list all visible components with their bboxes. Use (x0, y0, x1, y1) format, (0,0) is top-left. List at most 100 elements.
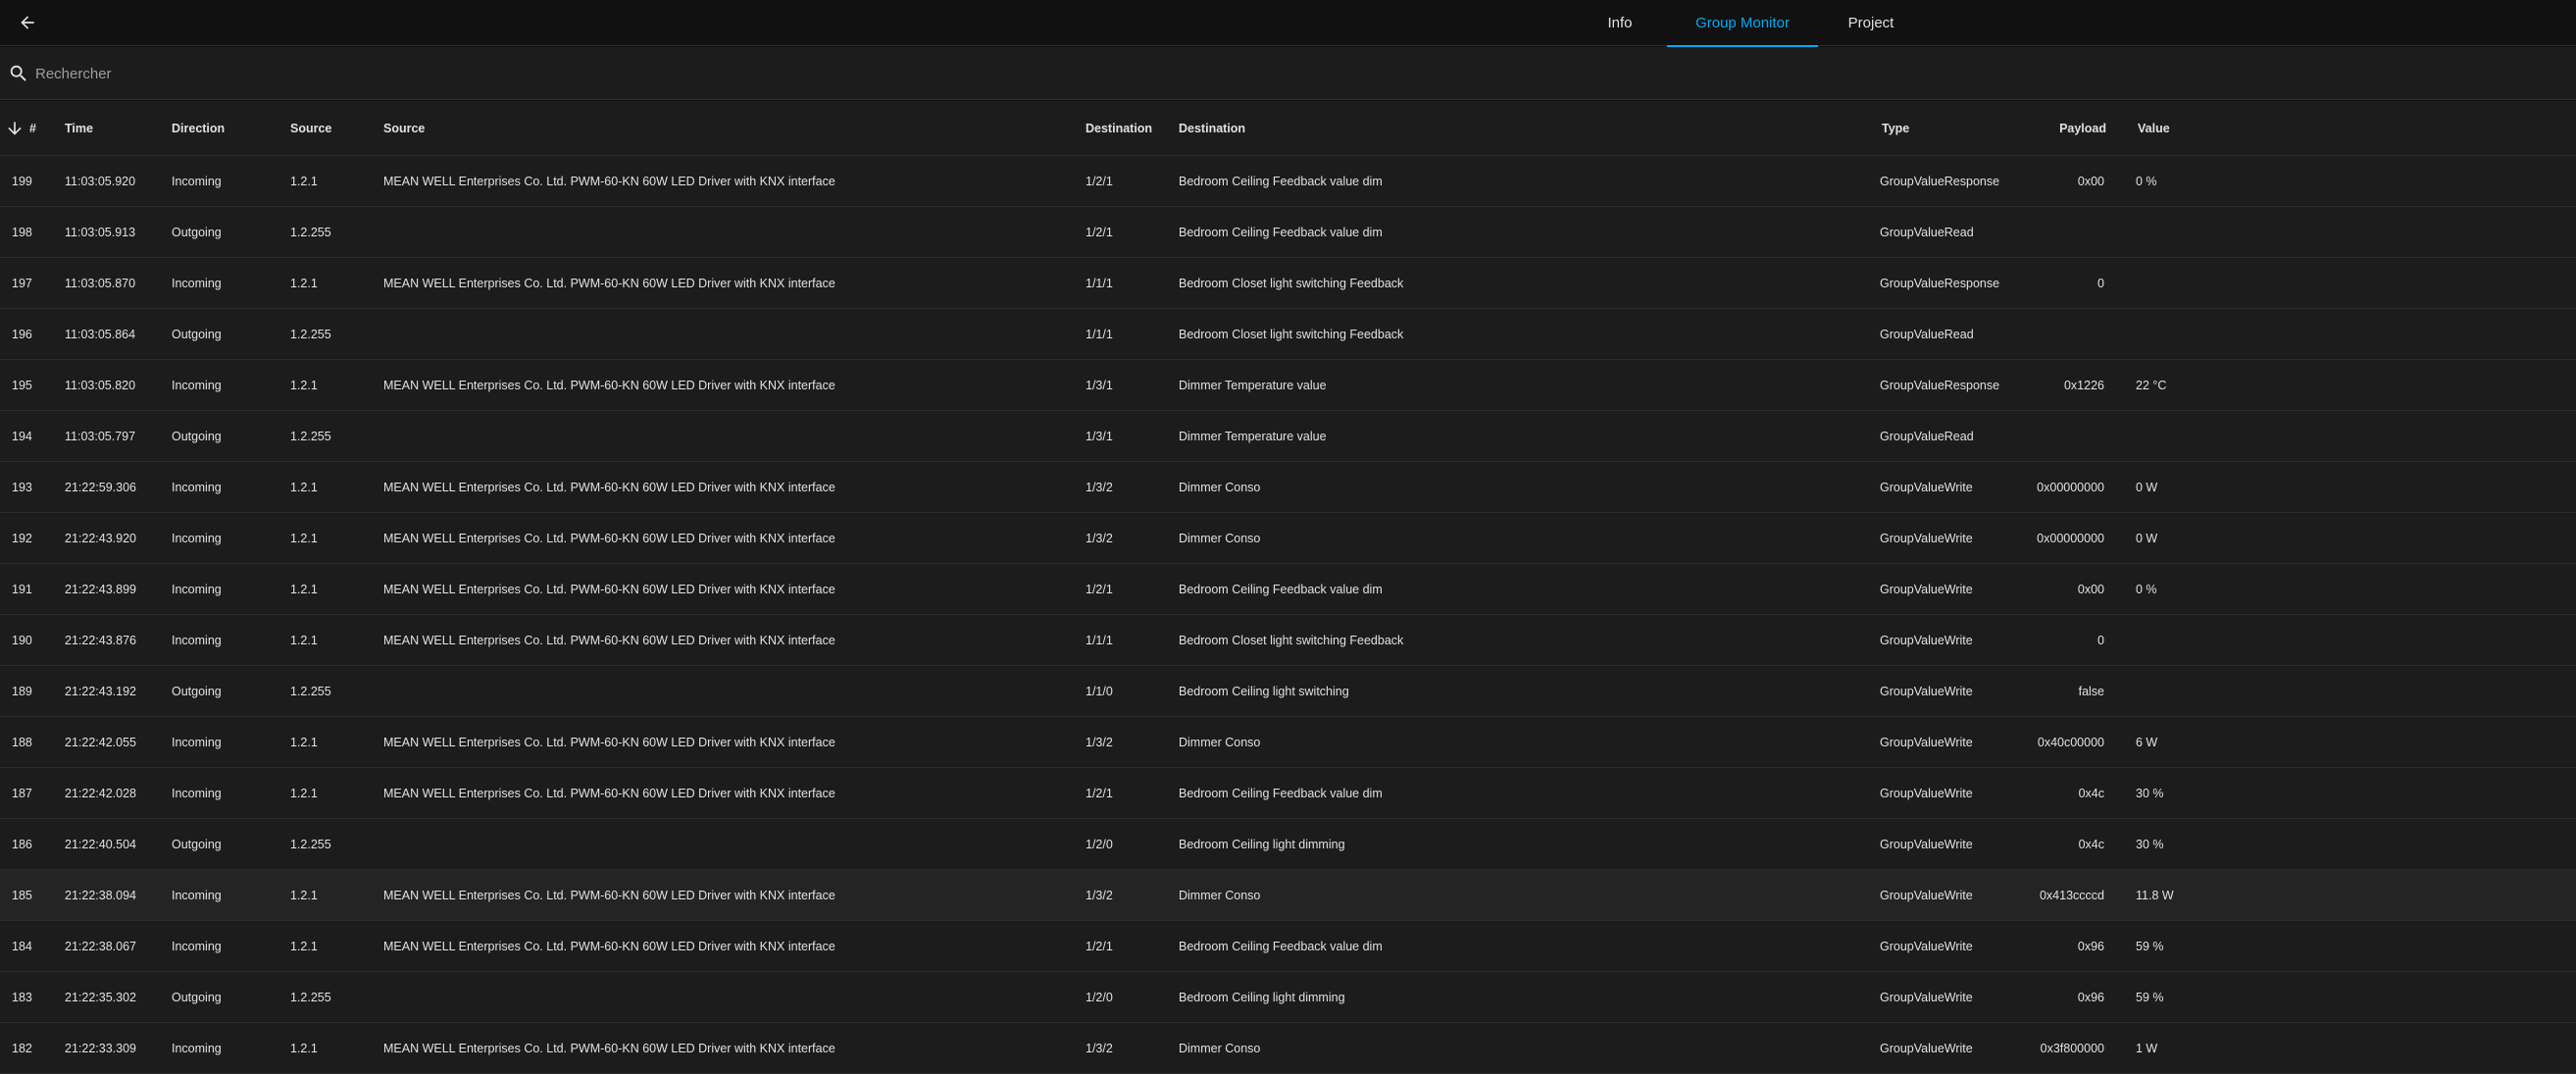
tab-group-monitor[interactable]: Group Monitor (1667, 0, 1818, 47)
table-row[interactable]: 191 21:22:43.899 Incoming 1.2.1 MEAN WELL En… (0, 564, 2576, 615)
row-direction: Outgoing (172, 226, 222, 239)
row-destination-name: Dimmer Conso (1179, 481, 1261, 494)
column-header-time[interactable]: Time (65, 101, 93, 156)
row-destination-address: 1/1/1 (1086, 277, 1113, 290)
table-row[interactable]: 189 21:22:43.192 Outgoing 1.2.255 1/1/0 Bedro… (0, 666, 2576, 717)
row-destination-name: Dimmer Temperature value (1179, 379, 1327, 392)
row-time: 21:22:40.504 (65, 838, 136, 851)
row-destination-name: Dimmer Temperature value (1179, 430, 1327, 443)
row-index: 187 (12, 787, 32, 800)
arrow-down-sort-icon[interactable] (5, 119, 25, 138)
row-value: 59 % (2136, 991, 2164, 1004)
row-direction: Incoming (172, 532, 222, 545)
table-row[interactable]: 193 21:22:59.306 Incoming 1.2.1 MEAN WELL En… (0, 462, 2576, 513)
row-type: GroupValueWrite (1880, 940, 1973, 953)
search-icon (10, 65, 26, 81)
row-time: 21:22:38.094 (65, 889, 136, 902)
column-header-source-name[interactable]: Source (383, 101, 425, 156)
row-destination-address: 1/3/2 (1086, 736, 1113, 749)
search-input[interactable] (35, 59, 820, 88)
column-header-payload[interactable]: Payload (2010, 101, 2106, 156)
table-row[interactable]: 198 11:03:05.913 Outgoing 1.2.255 1/2/1 Bedro… (0, 207, 2576, 258)
row-payload: 0x00000000 (2037, 481, 2104, 494)
table-row[interactable]: 186 21:22:40.504 Outgoing 1.2.255 1/2/0 Bedro… (0, 819, 2576, 870)
row-time: 21:22:33.309 (65, 1042, 136, 1055)
column-header-source[interactable]: Source (290, 101, 331, 156)
table-row[interactable]: 197 11:03:05.870 Incoming 1.2.1 MEAN WELL En… (0, 258, 2576, 309)
row-destination-address: 1/3/2 (1086, 889, 1113, 902)
row-source-address: 1.2.1 (290, 175, 318, 188)
row-value: 0 % (2136, 583, 2157, 596)
row-destination-name: Bedroom Ceiling Feedback value dim (1179, 583, 1383, 596)
row-index: 189 (12, 685, 32, 698)
table-row[interactable]: 195 11:03:05.820 Incoming 1.2.1 MEAN WELL En… (0, 360, 2576, 411)
table-row[interactable]: 190 21:22:43.876 Incoming 1.2.1 MEAN WELL En… (0, 615, 2576, 666)
column-header-destination-name[interactable]: Destination (1179, 101, 1245, 156)
table-row[interactable]: 196 11:03:05.864 Outgoing 1.2.255 1/1/1 Bedro… (0, 309, 2576, 360)
row-time: 21:22:43.920 (65, 532, 136, 545)
table-row[interactable]: 187 21:22:42.028 Incoming 1.2.1 MEAN WELL En… (0, 768, 2576, 819)
row-value: 0 % (2136, 175, 2157, 188)
row-destination-address: 1/3/1 (1086, 430, 1113, 443)
table-row[interactable]: 185 21:22:38.094 Incoming 1.2.1 MEAN WELL En… (0, 870, 2576, 921)
row-destination-name: Bedroom Closet light switching Feedback (1179, 634, 1404, 647)
row-destination-name: Bedroom Ceiling Feedback value dim (1179, 175, 1383, 188)
row-source-name: MEAN WELL Enterprises Co. Ltd. PWM-60-KN… (383, 736, 835, 749)
tab-info[interactable]: Info (1573, 0, 1667, 46)
row-value (2136, 666, 2253, 717)
row-index: 188 (12, 736, 32, 749)
column-header-destination[interactable]: Destination (1086, 101, 1152, 156)
row-payload: 0 (2097, 634, 2104, 647)
row-payload: 0x96 (2077, 940, 2104, 953)
row-source-name: MEAN WELL Enterprises Co. Ltd. PWM-60-KN… (383, 634, 835, 647)
table-row[interactable]: 183 21:22:35.302 Outgoing 1.2.255 1/2/0 Bedro… (0, 972, 2576, 1023)
row-value (2136, 207, 2253, 258)
row-time: 21:22:38.067 (65, 940, 136, 953)
row-time: 21:22:42.028 (65, 787, 136, 800)
row-destination-name: Bedroom Closet light switching Feedback (1179, 328, 1404, 341)
row-source-name: MEAN WELL Enterprises Co. Ltd. PWM-60-KN… (383, 889, 835, 902)
row-source-name: MEAN WELL Enterprises Co. Ltd. PWM-60-KN… (383, 1042, 835, 1055)
row-type: GroupValueWrite (1880, 685, 1973, 698)
table-row[interactable]: 188 21:22:42.055 Incoming 1.2.1 MEAN WELL En… (0, 717, 2576, 768)
table-row[interactable]: 184 21:22:38.067 Incoming 1.2.1 MEAN WELL En… (0, 921, 2576, 972)
back-button[interactable] (11, 6, 44, 39)
column-header-value[interactable]: Value (2138, 101, 2170, 156)
row-value (2136, 309, 2253, 360)
table-row[interactable]: 194 11:03:05.797 Outgoing 1.2.255 1/3/1 Dimme… (0, 411, 2576, 462)
row-destination-address: 1/2/0 (1086, 838, 1113, 851)
row-source-name: MEAN WELL Enterprises Co. Ltd. PWM-60-KN… (383, 175, 835, 188)
column-header-direction[interactable]: Direction (172, 101, 225, 156)
row-payload: 0x413ccccd (2039, 889, 2104, 902)
row-source-address: 1.2.1 (290, 532, 318, 545)
table-row[interactable]: 182 21:22:33.309 Incoming 1.2.1 MEAN WELL En… (0, 1023, 2576, 1074)
row-destination-name: Dimmer Conso (1179, 736, 1261, 749)
row-value: 0 W (2136, 481, 2158, 494)
row-destination-address: 1/2/0 (1086, 991, 1113, 1004)
table-header: # Time Direction Source Source Destinati… (0, 101, 2576, 156)
column-header-index[interactable]: # (29, 101, 36, 156)
row-destination-address: 1/1/0 (1086, 685, 1113, 698)
row-payload: false (2078, 685, 2104, 698)
row-source-address: 1.2.1 (290, 1042, 318, 1055)
row-payload: 0x1226 (2063, 379, 2104, 392)
table-row[interactable]: 192 21:22:43.920 Incoming 1.2.1 MEAN WELL En… (0, 513, 2576, 564)
row-type: GroupValueWrite (1880, 532, 1973, 545)
row-payload: 0x40c00000 (2037, 736, 2104, 749)
row-source-address: 1.2.1 (290, 634, 318, 647)
row-payload: 0x4c (2078, 787, 2104, 800)
column-header-type[interactable]: Type (1882, 101, 1909, 156)
table-row[interactable]: 199 11:03:05.920 Incoming 1.2.1 MEAN WELL En… (0, 156, 2576, 207)
row-destination-name: Dimmer Conso (1179, 889, 1261, 902)
row-destination-address: 1/1/1 (1086, 328, 1113, 341)
row-type: GroupValueWrite (1880, 583, 1973, 596)
row-index: 185 (12, 889, 32, 902)
row-index: 182 (12, 1042, 32, 1055)
row-direction: Incoming (172, 175, 222, 188)
row-source-name: MEAN WELL Enterprises Co. Ltd. PWM-60-KN… (383, 379, 835, 392)
row-index: 184 (12, 940, 32, 953)
row-type: GroupValueWrite (1880, 634, 1973, 647)
row-index: 192 (12, 532, 32, 545)
row-source-name: MEAN WELL Enterprises Co. Ltd. PWM-60-KN… (383, 532, 835, 545)
tab-project[interactable]: Project (1818, 0, 1924, 46)
